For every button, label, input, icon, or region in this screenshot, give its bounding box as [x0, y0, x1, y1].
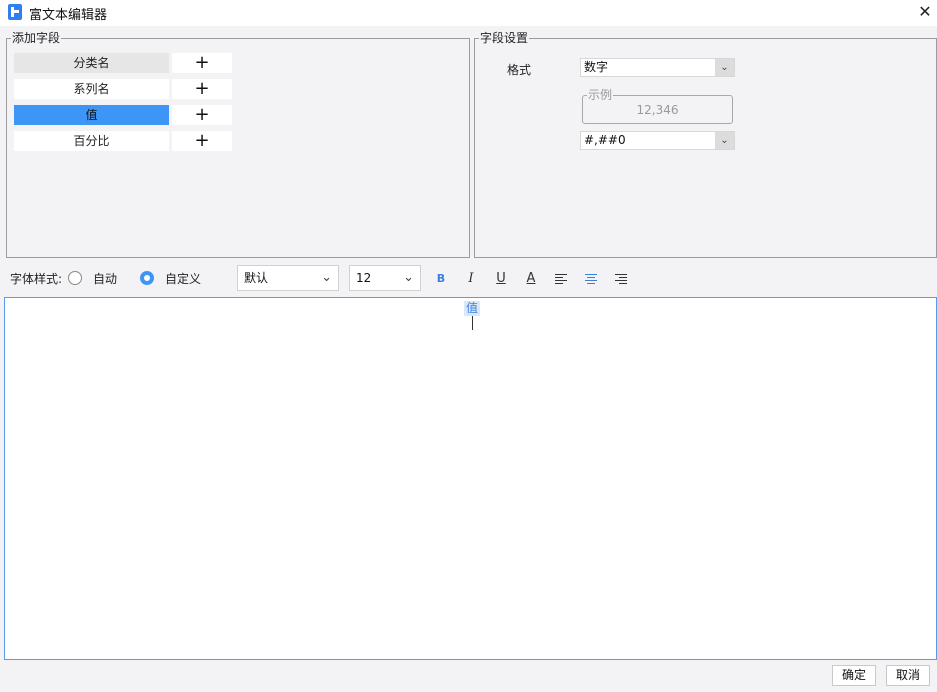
title-bar: 富文本编辑器 ✕ — [0, 0, 937, 26]
field-item-percent[interactable]: 百分比 — [14, 131, 169, 151]
pattern-select[interactable]: #,##0 ⌄ — [580, 131, 735, 150]
add-series-button[interactable]: + — [172, 79, 232, 99]
chevron-down-icon: ⌄ — [403, 270, 414, 285]
ok-button[interactable]: 确定 — [832, 665, 876, 686]
rich-text-editor[interactable]: 值 — [4, 297, 937, 660]
radio-custom-label[interactable]: 自定义 — [165, 270, 201, 287]
align-left-icon — [555, 274, 567, 284]
align-center-icon — [585, 274, 597, 284]
font-size-value: 12 — [356, 271, 372, 285]
radio-custom[interactable] — [140, 271, 154, 285]
field-settings-legend: 字段设置 — [479, 30, 530, 46]
format-select[interactable]: 数字 ⌄ — [580, 58, 735, 77]
bold-button[interactable]: B — [433, 271, 449, 287]
align-right-button[interactable] — [613, 271, 629, 287]
format-label: 格式 — [507, 63, 532, 77]
text-caret — [472, 316, 473, 330]
align-right-icon — [615, 274, 627, 284]
sample-legend: 示例 — [587, 88, 614, 102]
font-color-button[interactable]: A — [523, 271, 539, 287]
close-button[interactable]: ✕ — [914, 1, 936, 23]
window-title: 富文本编辑器 — [29, 8, 108, 23]
radio-auto-label[interactable]: 自动 — [93, 270, 117, 287]
sample-value: 12,346 — [636, 103, 679, 117]
radio-auto[interactable] — [68, 271, 82, 285]
add-category-button[interactable]: + — [172, 53, 232, 73]
sample-box: 示例 12,346 — [582, 88, 733, 124]
value-field-token[interactable]: 值 — [464, 301, 481, 316]
font-style-label: 字体样式: — [10, 272, 63, 286]
add-percent-button[interactable]: + — [172, 131, 232, 151]
underline-button[interactable]: U — [493, 271, 509, 287]
align-center-button[interactable] — [583, 271, 599, 287]
align-left-button[interactable] — [553, 271, 569, 287]
italic-button[interactable]: I — [463, 271, 479, 287]
cancel-button[interactable]: 取消 — [886, 665, 930, 686]
add-value-button[interactable]: + — [172, 105, 232, 125]
font-size-select[interactable]: 12 ⌄ — [349, 265, 421, 291]
field-settings-panel: 字段设置 格式 数字 ⌄ 示例 12,346 #,##0 ⌄ — [474, 30, 937, 258]
add-fields-legend: 添加字段 — [11, 30, 62, 46]
font-family-select[interactable]: 默认 ⌄ — [237, 265, 339, 291]
field-item-value[interactable]: 值 — [14, 105, 169, 125]
chevron-down-icon: ⌄ — [715, 132, 734, 149]
format-select-value: 数字 — [584, 60, 609, 74]
chevron-down-icon: ⌄ — [715, 59, 734, 76]
app-logo-icon — [8, 4, 22, 20]
pattern-select-value: #,##0 — [584, 133, 626, 147]
chevron-down-icon: ⌄ — [321, 270, 332, 285]
add-fields-panel: 添加字段 分类名 + 系列名 + 值 + 百分比 + — [6, 30, 470, 258]
field-item-series[interactable]: 系列名 — [14, 79, 169, 99]
field-item-category[interactable]: 分类名 — [14, 53, 169, 73]
font-family-value: 默认 — [244, 271, 269, 285]
